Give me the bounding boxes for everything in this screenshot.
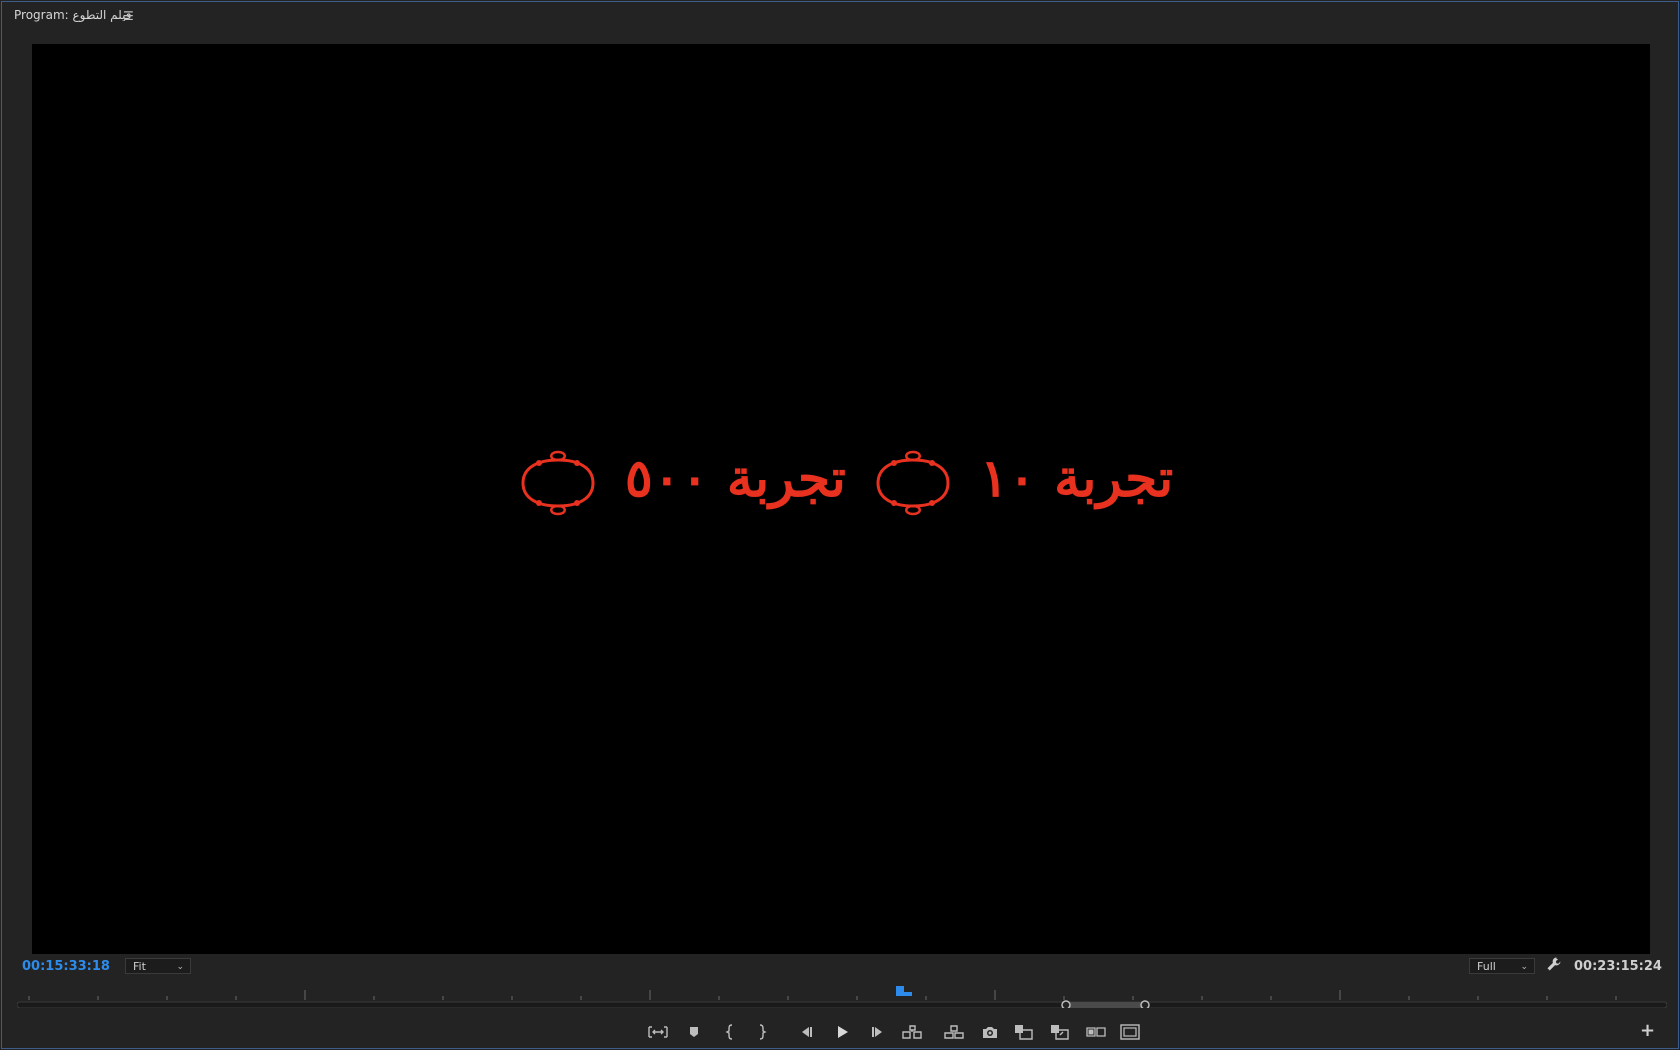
navigator-track bbox=[16, 1001, 1668, 1009]
panel-title[interactable]: Program: فيلم التطوع bbox=[14, 8, 131, 22]
mark-in-icon[interactable] bbox=[719, 1021, 741, 1043]
safe-margins-icon[interactable] bbox=[1119, 1021, 1141, 1043]
extract-icon[interactable] bbox=[943, 1021, 965, 1043]
playback-resolution-dropdown[interactable]: Full ⌄ bbox=[1469, 958, 1535, 974]
hamburger-icon[interactable]: ☰ bbox=[123, 9, 134, 23]
resolution-value: Full bbox=[1477, 960, 1496, 973]
work-area-bar bbox=[1066, 1002, 1145, 1008]
current-timecode[interactable]: 00:15:33:18 bbox=[22, 959, 110, 974]
program-monitor-panel: Program: فيلم التطوع ☰ تجربة ١٠ تجربة ٥٠… bbox=[1, 1, 1679, 1049]
time-ruler[interactable] bbox=[16, 986, 1668, 1010]
work-area-out-handle bbox=[1140, 1000, 1150, 1010]
overlay-text-a: تجربة ١٠ bbox=[980, 448, 1174, 509]
overwrite-icon[interactable] bbox=[1049, 1021, 1071, 1043]
play-icon[interactable] bbox=[831, 1021, 853, 1043]
ornament-icon bbox=[521, 450, 595, 515]
add-marker-icon[interactable] bbox=[683, 1021, 705, 1043]
plus-icon[interactable]: + bbox=[1640, 1020, 1655, 1041]
chevron-down-icon: ⌄ bbox=[176, 962, 184, 972]
program-viewer[interactable]: تجربة ١٠ تجربة ٥٠٠ bbox=[32, 44, 1650, 954]
chevron-down-icon: ⌄ bbox=[1520, 962, 1528, 972]
step-back-icon[interactable] bbox=[795, 1021, 817, 1043]
step-forward-icon[interactable] bbox=[867, 1021, 889, 1043]
zoom-level-value: Fit bbox=[133, 960, 146, 973]
export-frame-icon[interactable] bbox=[979, 1021, 1001, 1043]
playhead-icon bbox=[896, 986, 912, 996]
ornament-icon bbox=[876, 450, 950, 515]
wrench-icon[interactable] bbox=[1546, 956, 1562, 976]
work-area-in-handle bbox=[1061, 1000, 1071, 1010]
remove-in-out-icon[interactable] bbox=[647, 1021, 669, 1043]
duration-timecode: 00:23:15:24 bbox=[1574, 959, 1662, 974]
insert-icon[interactable] bbox=[1013, 1021, 1035, 1043]
panel-header: Program: فيلم التطوع ☰ bbox=[2, 2, 1678, 30]
ruler-ticks bbox=[28, 990, 1617, 1000]
mark-out-icon[interactable] bbox=[751, 1021, 773, 1043]
title-overlay: تجربة ١٠ تجربة ٥٠٠ bbox=[32, 434, 1650, 524]
lift-icon[interactable] bbox=[901, 1021, 923, 1043]
zoom-level-dropdown[interactable]: Fit ⌄ bbox=[125, 958, 191, 974]
overlay-text-b: تجربة ٥٠٠ bbox=[624, 448, 846, 509]
comparison-view-icon[interactable] bbox=[1085, 1021, 1107, 1043]
